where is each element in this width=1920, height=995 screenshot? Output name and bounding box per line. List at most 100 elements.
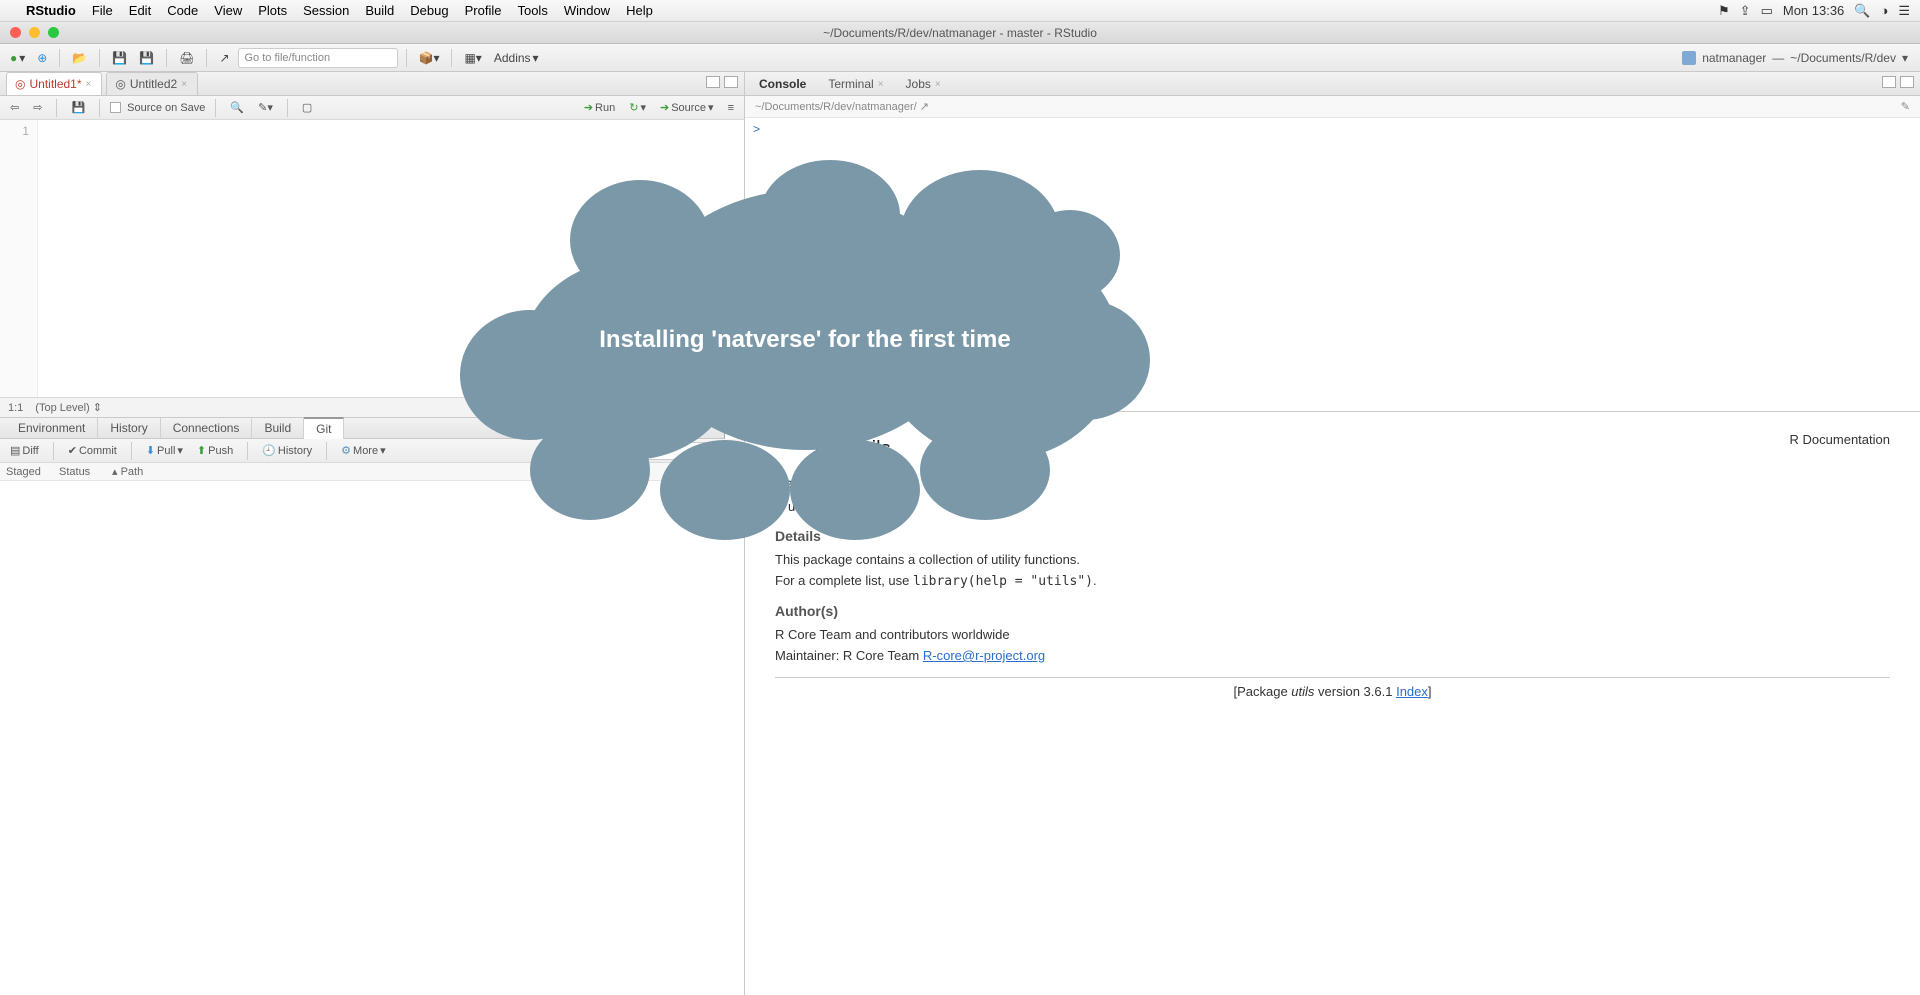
forward-button[interactable]: ⇨ (29, 99, 46, 116)
back-button[interactable]: ⇦ (6, 99, 23, 116)
zoom-window-button[interactable] (48, 27, 59, 38)
file-icon: ◎ (115, 77, 125, 91)
siri-icon[interactable]: ◑ (1880, 3, 1888, 18)
tab-jobs[interactable]: Jobs × (898, 73, 951, 95)
menu-debug[interactable]: Debug (410, 3, 448, 18)
close-tab-icon[interactable]: × (86, 79, 92, 90)
help-maintainer-text: Maintainer: R Core Team R-core@r-project… (775, 648, 1890, 663)
git-history-button[interactable]: 🕘 History (258, 442, 316, 459)
git-refresh-button[interactable]: ↻ (721, 442, 738, 459)
help-description-heading: Description (775, 475, 1890, 491)
menu-profile[interactable]: Profile (465, 3, 502, 18)
battery-icon[interactable]: ▭ (1761, 3, 1773, 19)
grid-button[interactable]: ▦▾ (460, 49, 485, 67)
help-description-text: R utility functions (775, 499, 1890, 514)
source-editor[interactable]: 1 (0, 120, 744, 397)
tab-build[interactable]: Build (252, 418, 304, 438)
new-project-button[interactable]: ⊕ (33, 49, 51, 67)
help-pane[interactable]: R Documentation e R Utils Description R … (745, 412, 1920, 995)
menu-plots[interactable]: Plots (258, 3, 287, 18)
project-path: ~/Documents/R/dev (1790, 51, 1896, 65)
minimize-window-button[interactable] (29, 27, 40, 38)
app-menu[interactable]: RStudio (26, 3, 76, 18)
tab-console[interactable]: Console (751, 73, 816, 95)
save-all-button[interactable]: 💾 (135, 49, 158, 67)
goto-icon: ↗ (215, 49, 233, 67)
wifi-icon[interactable]: ⇪ (1740, 3, 1751, 19)
git-search-input[interactable]: 🔍 (615, 442, 715, 460)
source-toolbar: ⇦ ⇨ 💾 Source on Save 🔍 ✎▾ ▢ ➔ Run ↻▾ (0, 96, 744, 120)
menu-window[interactable]: Window (564, 3, 610, 18)
new-file-button[interactable]: ●▾ (6, 49, 29, 67)
menu-tools[interactable]: Tools (517, 3, 547, 18)
menu-edit[interactable]: Edit (129, 3, 151, 18)
goto-file-input[interactable]: Go to file/function (238, 48, 398, 68)
git-push-button[interactable]: ⬆ Push (193, 442, 237, 459)
open-file-button[interactable]: 📂 (68, 49, 91, 67)
cursor-position: 1:1 (8, 402, 23, 414)
help-details-heading: Details (775, 528, 1890, 544)
rerun-button[interactable]: ↻▾ (625, 99, 650, 116)
tab-git[interactable]: Git (304, 417, 344, 439)
maximize-pane-button[interactable] (1900, 76, 1914, 88)
git-diff-button[interactable]: ▤ Diff (6, 442, 43, 459)
tab-history[interactable]: History (98, 418, 160, 438)
console-prompt: > (753, 122, 760, 136)
r-documentation-label: R Documentation (1790, 432, 1890, 447)
spotlight-icon[interactable]: 🔍 (1854, 3, 1870, 19)
compile-report-button[interactable]: ▢ (298, 99, 316, 116)
addins-button[interactable]: Addins ▾ (490, 49, 543, 67)
tab-environment[interactable]: Environment (6, 418, 98, 438)
git-file-list[interactable] (0, 481, 744, 995)
menu-session[interactable]: Session (303, 3, 349, 18)
maximize-pane-button[interactable] (724, 76, 738, 88)
window-titlebar: ~/Documents/R/dev/natmanager - master - … (0, 22, 1920, 44)
print-button[interactable]: 🖨 (175, 49, 198, 67)
project-menu[interactable]: natmanager — ~/Documents/R/dev ▾ (1682, 51, 1914, 65)
window-title: ~/Documents/R/dev/natmanager - master - … (823, 26, 1097, 40)
clock[interactable]: Mon 13:36 (1783, 3, 1844, 18)
close-window-button[interactable] (10, 27, 21, 38)
close-tab-icon[interactable]: × (181, 79, 187, 90)
wand-button[interactable]: ✎▾ (254, 99, 277, 116)
help-authors-heading: Author(s) (775, 603, 1890, 619)
tab-terminal[interactable]: Terminal × (820, 73, 893, 95)
menu-build[interactable]: Build (365, 3, 394, 18)
scope-selector[interactable]: (Top Level) ⇕ (35, 401, 102, 414)
git-columns-header: Staged Status ▴ Path (0, 463, 744, 481)
console-path-arrow-icon[interactable]: ↗ (920, 101, 929, 113)
help-package-footer: [Package utils version 3.6.1 Index] (775, 684, 1890, 699)
run-button[interactable]: ➔ Run (580, 99, 619, 116)
minimize-pane-button[interactable] (724, 416, 738, 428)
tab-untitled1[interactable]: ◎ Untitled1* × (6, 72, 102, 95)
clear-console-icon[interactable]: ✎ (1901, 100, 1910, 113)
status-icon[interactable]: ⚑ (1718, 3, 1730, 19)
file-icon: ◎ (15, 77, 25, 91)
outline-button[interactable]: ≡ (724, 100, 738, 116)
col-path[interactable]: ▴ Path (112, 465, 143, 478)
menu-file[interactable]: File (92, 3, 113, 18)
git-more-button[interactable]: ⚙ More ▾ (337, 442, 389, 459)
git-pull-button[interactable]: ⬇ Pull ▾ (142, 442, 187, 459)
source-on-save-checkbox[interactable] (110, 102, 121, 113)
col-staged[interactable]: Staged (6, 466, 51, 478)
editor-text-area[interactable] (38, 120, 744, 397)
menu-extras-icon[interactable]: ☰ (1898, 3, 1910, 19)
menu-view[interactable]: View (214, 3, 242, 18)
save-source-button[interactable]: 💾 (67, 99, 89, 116)
col-status[interactable]: Status (59, 466, 104, 478)
console-output[interactable]: > (745, 118, 1920, 140)
minimize-pane-button[interactable] (706, 76, 720, 88)
source-button[interactable]: ➔ Source ▾ (656, 99, 718, 116)
menu-code[interactable]: Code (167, 3, 198, 18)
menu-help[interactable]: Help (626, 3, 653, 18)
tab-connections[interactable]: Connections (161, 418, 253, 438)
minimize-pane-button[interactable] (1882, 76, 1896, 88)
find-button[interactable]: 🔍 (226, 99, 248, 116)
tab-untitled2[interactable]: ◎ Untitled2 × (106, 72, 198, 95)
save-button[interactable]: 💾 (108, 49, 131, 67)
help-index-link[interactable]: Index (1396, 684, 1428, 699)
git-commit-button[interactable]: ✔ Commit (64, 442, 121, 459)
build-tools-button[interactable]: 📦▾ (415, 49, 444, 67)
maintainer-email-link[interactable]: R-core@r-project.org (923, 648, 1045, 663)
